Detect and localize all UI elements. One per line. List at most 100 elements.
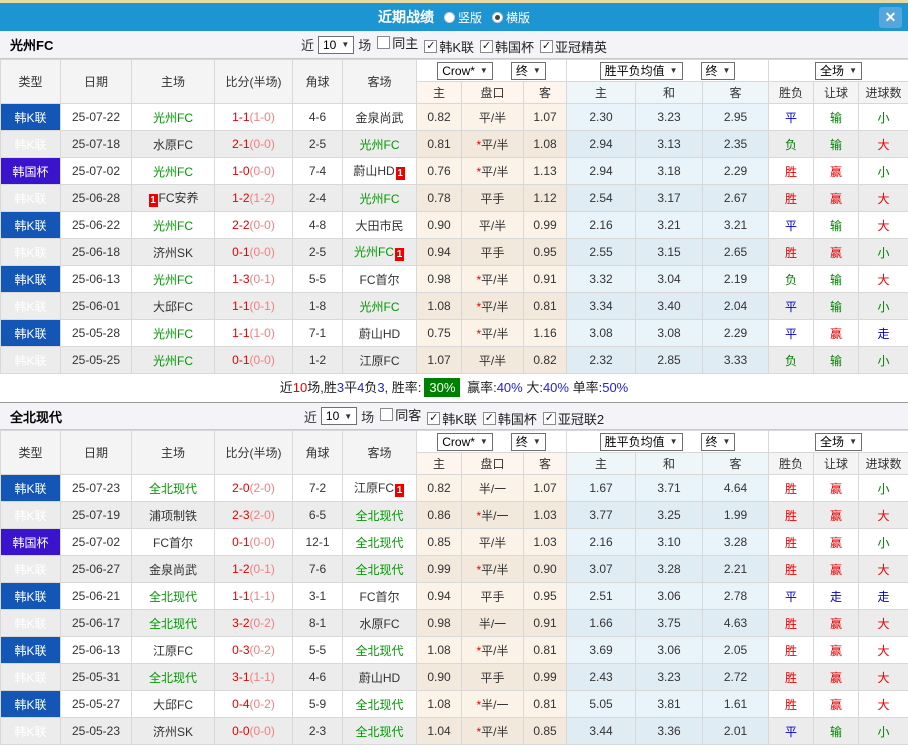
- cell-result: 负: [768, 265, 815, 293]
- cell-corner: 4-6: [292, 663, 343, 691]
- odds-final-select[interactable]: 终 ▼: [510, 61, 546, 80]
- score-halftime: (0-2): [249, 616, 275, 630]
- cell-home: 水原FC: [131, 130, 215, 158]
- score-fulltime: 1-1: [232, 110, 250, 124]
- cell-avg-draw: 3.21: [635, 211, 703, 239]
- filter-checkbox[interactable]: ✓ 韩国杯: [482, 409, 537, 428]
- cell-date: 25-06-17: [60, 609, 132, 637]
- summary-part: 赢率:: [463, 380, 497, 395]
- cell-home: 光州FC: [131, 319, 215, 347]
- summary-part: 场,胜: [307, 380, 337, 395]
- filter-checkbox-label: 韩国杯: [494, 40, 534, 55]
- handicap-label: 平/半: [478, 218, 507, 233]
- radio-vertical-layout[interactable]: 竖版: [443, 9, 482, 26]
- close-icon[interactable]: ✕: [879, 7, 902, 28]
- avg-select[interactable]: 胜平负均值 ▼: [599, 61, 683, 80]
- checkbox-checked-icon[interactable]: ✓: [479, 40, 493, 53]
- cell-odds-home: 1.08: [416, 292, 462, 320]
- cell-handicap-result: 赢: [813, 555, 860, 583]
- team-label: 光州FC: [359, 299, 400, 314]
- match-row: 韩K联 25-07-18 水原FC 2-1(0-0) 2-5 光州FC 0.81 *平/半 1.…: [0, 130, 908, 158]
- filter-checkbox[interactable]: ✓ 亚冠精英: [540, 37, 607, 56]
- cell-result: 胜: [768, 636, 815, 664]
- avg-final-select[interactable]: 终 ▼: [700, 61, 736, 80]
- match-row: 韩K联 25-05-31 全北现代 3-1(1-1) 4-6 蔚山HD 0.90 平手 0.99…: [0, 663, 908, 691]
- cell-result: 负: [768, 346, 815, 374]
- cell-type: 韩K联: [0, 555, 61, 583]
- summary-part: 负: [364, 380, 378, 395]
- cell-corner: 2-5: [292, 130, 343, 158]
- cell-handicap-result: 走: [813, 582, 860, 610]
- odds-source-select[interactable]: Crow* ▼: [437, 432, 493, 451]
- team-label: 全北现代: [355, 562, 404, 577]
- checkbox-checked-icon[interactable]: ✓: [482, 411, 496, 425]
- cell-handicap: *平/半: [461, 130, 524, 158]
- radio-icon[interactable]: [492, 11, 503, 23]
- radio-icon[interactable]: [443, 11, 455, 23]
- team-label: 蔚山HD: [358, 326, 401, 341]
- recent-count-select[interactable]: 10 ▼: [318, 35, 355, 54]
- scope-select[interactable]: 全场 ▼: [815, 61, 862, 80]
- cell-goals-result: 走: [858, 582, 908, 610]
- cell-handicap: 平手: [461, 238, 524, 266]
- subcol-odds-home: 主: [416, 452, 462, 475]
- cell-odds-away: 0.91: [523, 609, 567, 637]
- checkbox-checked-icon[interactable]: ✓: [542, 411, 556, 425]
- cell-result: 平: [768, 319, 815, 347]
- odds-final-select[interactable]: 终 ▼: [510, 432, 546, 451]
- odds-source-select[interactable]: Crow* ▼: [437, 61, 493, 80]
- cell-goals-result: 大: [858, 501, 908, 529]
- team-name: 光州FC: [10, 38, 54, 53]
- cell-avg-away: 3.33: [701, 346, 770, 374]
- score-fulltime: 0-1: [232, 245, 250, 259]
- cell-avg-home: 3.77: [566, 501, 636, 529]
- subcol-odds-home: 主: [416, 81, 462, 104]
- checkbox-checked-icon[interactable]: ✓: [427, 411, 441, 425]
- cell-avg-home: 2.94: [566, 157, 636, 185]
- filter-checkbox[interactable]: ✓ 韩国杯: [479, 37, 534, 56]
- scope-select[interactable]: 全场 ▼: [815, 432, 862, 451]
- avg-final-select[interactable]: 终 ▼: [700, 432, 736, 451]
- radio-horizontal-layout[interactable]: 横版: [492, 9, 530, 26]
- filter-checkbox[interactable]: ✓ 韩K联: [424, 37, 474, 56]
- cell-odds-away: 0.81: [523, 292, 567, 320]
- cell-avg-draw: 3.10: [635, 528, 703, 556]
- checkbox-unchecked-icon[interactable]: [380, 407, 394, 421]
- cell-result: 胜: [768, 555, 815, 583]
- handicap-label: 平/半: [481, 272, 509, 287]
- cell-avg-draw: 3.23: [635, 663, 703, 691]
- cell-corner: 7-4: [292, 157, 343, 185]
- cell-score: 0-1(0-0): [214, 238, 293, 266]
- score-fulltime: 0-1: [232, 535, 250, 549]
- avg-select[interactable]: 胜平负均值 ▼: [599, 432, 683, 451]
- handicap-label: 平/半: [478, 110, 507, 125]
- cell-handicap-result: 赢: [813, 184, 860, 212]
- recent-count-select[interactable]: 10 ▼: [320, 407, 358, 425]
- cell-date: 25-06-28: [60, 184, 132, 212]
- filter-checkbox[interactable]: ✓ 韩K联: [427, 409, 477, 428]
- score-halftime: (1-1): [249, 589, 275, 603]
- filter-row: 全北现代 近 10 ▼ 场 同客 ✓ 韩K联 ✓ 韩国杯 ✓ 亚冠联2: [0, 402, 908, 430]
- checkbox-checked-icon[interactable]: ✓: [424, 40, 438, 53]
- handicap-label: 平/半: [481, 326, 509, 341]
- score-fulltime: 1-0: [232, 164, 250, 178]
- filter-checkbox[interactable]: 同主: [377, 33, 418, 52]
- cell-handicap: *平/半: [461, 265, 524, 293]
- odds-group-header: Crow* ▼ 终 ▼: [416, 430, 567, 453]
- filter-checkbox[interactable]: 同客: [380, 405, 421, 424]
- team-label: 水原FC: [359, 616, 400, 631]
- cell-score: 2-3(2-0): [214, 501, 293, 529]
- cell-avg-home: 2.43: [566, 663, 636, 691]
- team-label: 全北现代: [355, 724, 404, 739]
- match-row: 韩K联 25-06-13 光州FC 1-3(0-1) 5-5 FC首尔 0.98 *平/半 0.…: [0, 265, 908, 293]
- checkbox-unchecked-icon[interactable]: [377, 36, 391, 49]
- cell-odds-away: 0.90: [523, 555, 567, 583]
- cell-avg-away: 2.72: [701, 663, 770, 691]
- filter-checkbox[interactable]: ✓ 亚冠联2: [542, 409, 604, 428]
- chevron-down-icon: ▼: [532, 66, 541, 75]
- win-rate-badge: 30%: [424, 378, 461, 397]
- cell-avg-away: 2.29: [701, 157, 770, 185]
- match-row: 韩K联 25-07-23 全北现代 2-0(2-0) 7-2 江原FC 1 0.82 半/一 1.…: [0, 474, 908, 502]
- subcol-avg-draw: 和: [635, 452, 703, 475]
- checkbox-checked-icon[interactable]: ✓: [540, 40, 553, 53]
